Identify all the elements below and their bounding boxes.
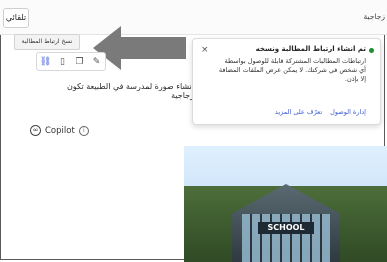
copy-link-icon[interactable]: ⛓ bbox=[40, 56, 51, 67]
user-prompt: انشاء صورة لمدرسة في الطبيعة تكون زجاجية bbox=[67, 82, 194, 100]
toast-links: إدارة الوصول تعرّف على المزيد bbox=[275, 108, 366, 116]
close-icon[interactable]: × bbox=[201, 45, 209, 55]
assistant-header: ∞ Copilot i bbox=[30, 125, 89, 136]
copy-icon[interactable]: ❐ bbox=[74, 56, 85, 67]
generated-image[interactable]: SCHOOL bbox=[184, 146, 387, 262]
assistant-name: Copilot bbox=[45, 125, 75, 136]
manage-access-link[interactable]: إدارة الوصول bbox=[330, 108, 366, 116]
copy-link-tooltip: نسخ ارتباط المطالبة bbox=[14, 34, 80, 50]
learn-more-link[interactable]: تعرّف على المزيد bbox=[275, 108, 322, 116]
page-title: زجاجية bbox=[363, 12, 385, 21]
link-copied-toast: تم انشاء ارتباط المطالبة ونسخه ارتباطات … bbox=[192, 38, 381, 125]
bookmark-icon[interactable]: ▯ bbox=[57, 56, 68, 67]
top-bar: تلقائي زجاجية bbox=[0, 0, 387, 35]
school-sign: SCHOOL bbox=[258, 222, 314, 234]
auto-mode-label[interactable]: تلقائي bbox=[3, 8, 29, 28]
toast-title: تم انشاء ارتباط المطالبة ونسخه bbox=[255, 45, 366, 53]
success-dot-icon bbox=[369, 48, 374, 53]
info-icon[interactable]: i bbox=[78, 125, 89, 136]
copilot-logo-icon: ∞ bbox=[30, 125, 41, 136]
toast-body: ارتباطات المطالبات المشتركة قابلة للوصول… bbox=[218, 57, 366, 83]
message-toolbar: ⛓ ▯ ❐ ✎ bbox=[36, 52, 106, 71]
annotation-arrow bbox=[93, 26, 186, 70]
edit-icon[interactable]: ✎ bbox=[91, 56, 102, 67]
